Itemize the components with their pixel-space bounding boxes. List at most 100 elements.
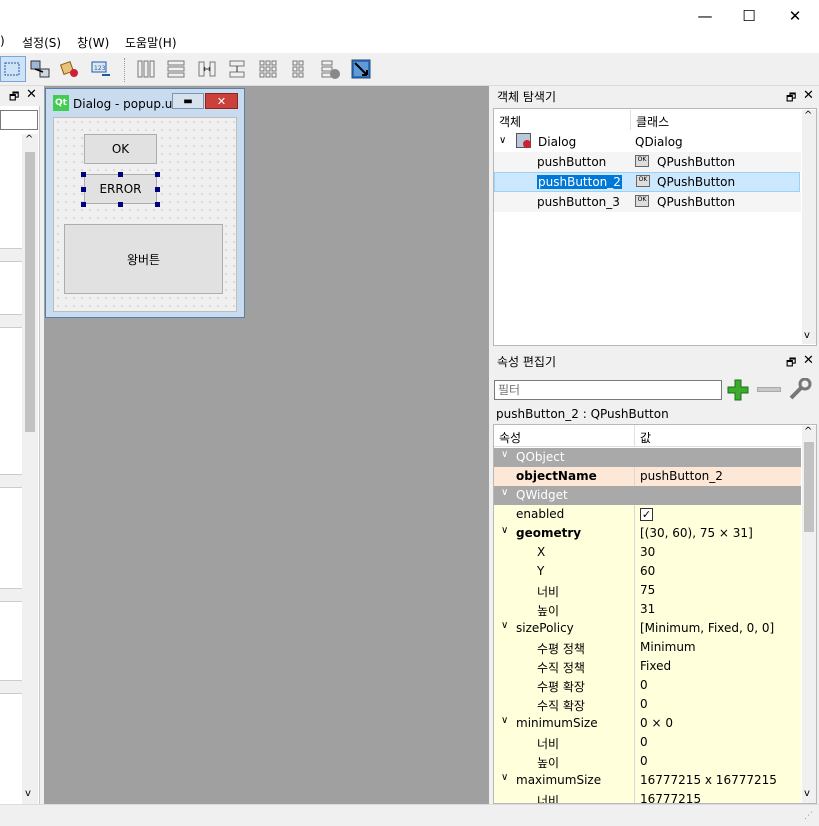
edit-tab-order-icon[interactable]: 123 [88, 56, 114, 82]
selection-handle[interactable] [81, 202, 86, 207]
minimize-button[interactable]: — [682, 0, 728, 31]
property-row[interactable]: 수직 확장 0 [494, 695, 801, 714]
error-button[interactable]: ERROR [84, 174, 157, 204]
property-value[interactable]: [(30, 60), 75 × 31] [640, 526, 753, 540]
property-row[interactable]: 너비 0 [494, 733, 801, 752]
property-value[interactable]: 75 [640, 583, 655, 597]
category-row[interactable] [0, 588, 22, 602]
property-group-row[interactable]: ∨ QObject [494, 448, 801, 467]
close-icon[interactable]: ✕ [26, 87, 37, 102]
chevron-down-icon[interactable]: ∨ [501, 449, 508, 460]
category-row[interactable] [0, 680, 22, 694]
category-row[interactable] [0, 248, 22, 262]
selection-handle[interactable] [155, 187, 160, 192]
layout-form-icon[interactable] [286, 56, 312, 82]
add-property-icon[interactable] [726, 378, 750, 402]
scroll-up-icon[interactable]: ^ [804, 110, 812, 121]
selection-handle[interactable] [81, 187, 86, 192]
edit-widgets-icon[interactable] [0, 56, 26, 82]
property-value[interactable]: 0 [640, 697, 648, 711]
property-row[interactable]: ∨ minimumSize 0 × 0 [494, 714, 801, 733]
big-button[interactable]: 왕버튼 [64, 224, 223, 294]
menu-item-partial[interactable]: ) [0, 34, 5, 48]
selection-handle[interactable] [155, 172, 160, 177]
column-header-object[interactable]: 객체 [499, 113, 521, 130]
tree-row[interactable]: pushButton OK QPushButton [494, 152, 801, 172]
scroll-down-icon[interactable]: v [804, 330, 810, 341]
edit-buddies-icon[interactable] [57, 56, 83, 82]
column-header-value[interactable]: 값 [640, 429, 651, 446]
dialog-close-icon[interactable]: ✕ [205, 93, 238, 109]
scroll-thumb[interactable] [25, 152, 35, 432]
ok-button[interactable]: OK [84, 134, 157, 164]
property-group-row[interactable]: ∨ QWidget [494, 486, 801, 505]
scroll-down-icon[interactable]: v [25, 788, 31, 799]
column-header-property[interactable]: 속성 [499, 429, 521, 446]
property-value[interactable]: 16777215 x 16777215 [640, 773, 777, 787]
category-row[interactable] [0, 314, 22, 328]
property-row[interactable]: ∨ maximumSize 16777215 x 16777215 [494, 771, 801, 790]
property-value[interactable]: 16777215 [640, 792, 701, 803]
property-row[interactable]: enabled ✓ [494, 505, 801, 524]
widget-filter-input[interactable] [0, 110, 38, 130]
maximize-button[interactable]: ☐ [726, 0, 772, 31]
object-inspector-scrollbar[interactable]: ^ v [802, 110, 816, 344]
chevron-down-icon[interactable]: ∨ [501, 525, 508, 536]
selection-handle[interactable] [118, 172, 123, 177]
property-value[interactable]: Fixed [640, 659, 671, 673]
break-layout-icon[interactable] [317, 56, 343, 82]
edit-signals-icon[interactable] [27, 56, 53, 82]
property-row[interactable]: objectName pushButton_2 [494, 467, 801, 486]
property-value[interactable]: 30 [640, 545, 655, 559]
category-row[interactable] [0, 474, 22, 488]
float-icon[interactable]: 🗗 [9, 88, 19, 107]
scroll-down-icon[interactable]: v [804, 788, 810, 799]
resize-grip-icon[interactable]: ⋰ [804, 811, 813, 821]
selection-handle[interactable] [155, 202, 160, 207]
layout-grid-icon[interactable] [255, 56, 281, 82]
property-row[interactable]: 수평 확장 0 [494, 676, 801, 695]
scroll-up-icon[interactable]: ^ [25, 134, 33, 145]
property-row[interactable]: 너비 75 [494, 581, 801, 600]
property-row[interactable]: X 30 [494, 543, 801, 562]
property-row[interactable]: Y 60 [494, 562, 801, 581]
remove-property-icon[interactable] [757, 387, 781, 392]
layout-splitter-vertical-icon[interactable] [224, 56, 250, 82]
property-row[interactable]: 너비 16777215 [494, 790, 801, 803]
property-value[interactable]: 0 × 0 [640, 716, 673, 730]
chevron-down-icon[interactable]: ∨ [501, 715, 508, 726]
close-button[interactable]: ✕ [772, 0, 818, 31]
configure-wrench-icon[interactable] [787, 377, 813, 402]
dialog-minimize-icon[interactable]: ▬ [172, 93, 204, 109]
selection-handle[interactable] [118, 202, 123, 207]
left-scrollbar[interactable]: ^ v [22, 134, 38, 804]
property-editor-scrollbar[interactable]: ^ v [802, 426, 816, 803]
menu-item-window[interactable]: 창(W) [77, 34, 109, 51]
menu-item-settings[interactable]: 설정(S) [22, 34, 61, 51]
enabled-checkbox[interactable]: ✓ [640, 508, 653, 521]
layout-splitter-horizontal-icon[interactable] [194, 56, 220, 82]
column-header-class[interactable]: 클래스 [636, 113, 669, 130]
property-value[interactable]: 0 [640, 735, 648, 749]
chevron-down-icon[interactable]: ∨ [499, 135, 506, 146]
close-icon[interactable]: ✕ [803, 88, 814, 103]
tree-row[interactable]: pushButton_3 OK QPushButton [494, 192, 801, 212]
float-icon[interactable]: 🗗 [786, 354, 796, 373]
property-value[interactable]: 31 [640, 602, 655, 616]
property-value[interactable]: [Minimum, Fixed, 0, 0] [640, 621, 774, 635]
property-row[interactable]: 수평 정책 Minimum [494, 638, 801, 657]
property-value[interactable]: 60 [640, 564, 655, 578]
property-filter-input[interactable] [494, 380, 722, 400]
scroll-thumb[interactable] [804, 442, 814, 532]
property-value[interactable]: Minimum [640, 640, 696, 654]
property-row[interactable]: ∨ geometry [(30, 60), 75 × 31] [494, 524, 801, 543]
chevron-down-icon[interactable]: ∨ [501, 772, 508, 783]
tree-row-selected[interactable]: pushButton_2 OK QPushButton [494, 172, 800, 192]
tree-row[interactable]: ∨ Dialog QDialog [494, 132, 801, 152]
property-value[interactable]: pushButton_2 [640, 469, 723, 483]
menu-item-help[interactable]: 도움말(H) [125, 34, 177, 51]
property-row[interactable]: ∨ sizePolicy [Minimum, Fixed, 0, 0] [494, 619, 801, 638]
adjust-size-icon[interactable] [348, 56, 374, 82]
property-row[interactable]: 높이 31 [494, 600, 801, 619]
selection-handle[interactable] [81, 172, 86, 177]
